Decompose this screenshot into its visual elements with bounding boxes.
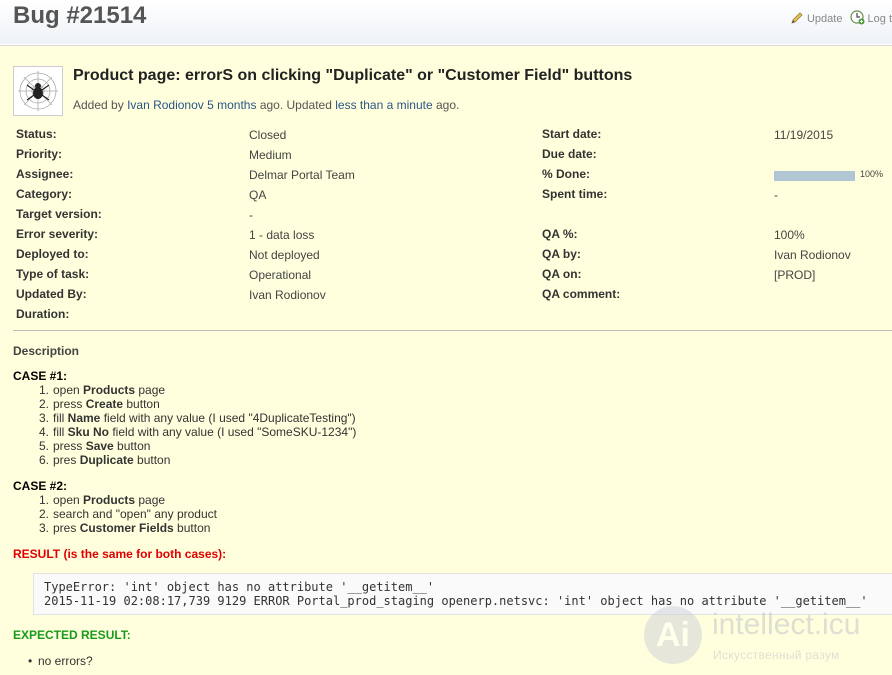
category-label: Category: [16, 187, 73, 201]
result-heading: RESULT (is the same for both cases): [13, 547, 227, 561]
list-item: 2. search and "open" any product [39, 507, 217, 521]
list-item: 2. press Create button [39, 397, 160, 411]
updated-by-label: Updated By: [16, 287, 87, 301]
list-item: 1. open Products page [39, 493, 166, 507]
type-of-task-label: Type of task: [16, 267, 90, 281]
done-progress-fill [775, 172, 854, 180]
case1-steps: 1. open Products page 2. press Create butt… [39, 383, 357, 467]
list-item: 5. press Save button [39, 439, 151, 453]
qa-comment-label: QA comment: [542, 287, 621, 301]
author-link[interactable]: Ivan Rodionov [127, 98, 204, 112]
priority-label: Priority: [16, 147, 63, 161]
clock-add-icon [849, 10, 865, 28]
spider-web-icon [18, 71, 58, 111]
watermark-brand: intellect.icu [712, 608, 861, 641]
priority-value: Medium [249, 148, 292, 162]
qa-by-value: Ivan Rodionov [774, 248, 851, 262]
list-item: no errors? [28, 654, 93, 668]
spent-time-label: Spent time: [542, 187, 608, 201]
list-item: 3. fill Name field with any value (I used… [39, 411, 356, 425]
error-severity-value: 1 - data loss [249, 228, 315, 242]
watermark-logo: Ai [644, 606, 702, 664]
type-of-task-value: Operational [249, 268, 312, 282]
deployed-to-label: Deployed to: [16, 247, 89, 261]
page-header: Bug #21514 Update Log t [0, 0, 892, 44]
list-item: 6. pres Duplicate button [39, 453, 171, 467]
added-by-prefix: Added by [73, 98, 124, 112]
case1-heading: CASE #1: [13, 369, 68, 383]
divider [13, 330, 892, 331]
update-link[interactable]: Update [807, 13, 842, 25]
watermark: Ai intellect.icu Искусственный разум [642, 604, 892, 674]
qa-by-label: QA by: [542, 247, 581, 261]
error-severity-label: Error severity: [16, 227, 99, 241]
updated-prefix: ago. Updated [259, 98, 332, 112]
target-version-value: - [249, 208, 253, 222]
due-date-label: Due date: [542, 147, 597, 161]
qa-percent-value: 100% [774, 228, 805, 242]
deployed-to-value: Not deployed [249, 248, 320, 262]
description-title: Description [13, 344, 80, 358]
list-item: 3. pres Customer Fields button [39, 521, 211, 535]
avatar [13, 66, 63, 116]
qa-on-value: [PROD] [774, 268, 816, 282]
watermark-subtitle: Искусственный разум [713, 648, 840, 662]
done-progress-bar [774, 171, 855, 181]
qa-on-label: QA on: [542, 267, 582, 281]
log-time-link[interactable]: Log t [868, 13, 892, 25]
expected-heading: EXPECTED RESULT: [13, 628, 131, 642]
case2-steps: 1. open Products page 2. search and "open"… [39, 493, 217, 535]
done-label: % Done: [542, 167, 590, 181]
list-item: 1. open Products page [39, 383, 166, 397]
issue-details: Product page: errorS on clicking "Duplic… [0, 45, 892, 675]
spent-time-value: - [774, 188, 778, 202]
done-progress-text: 100% [860, 169, 884, 179]
meta-suffix: ago. [435, 98, 460, 112]
contextual-actions: Update Log t [790, 10, 892, 28]
assignee-value: Delmar Portal Team [249, 168, 355, 182]
updated-ago-link[interactable]: less than a minute [335, 98, 432, 112]
target-version-label: Target version: [16, 207, 102, 221]
list-item: 4. fill Sku No field with any value (I us… [39, 425, 357, 439]
duration-label: Duration: [16, 307, 70, 321]
issue-subject: Product page: errorS on clicking "Duplic… [73, 67, 633, 84]
updated-by-value: Ivan Rodionov [249, 288, 326, 302]
issue-meta: Added by Ivan Rodionov 5 months ago. Upd… [73, 98, 459, 112]
pencil-icon [790, 11, 804, 28]
start-date-value: 11/19/2015 [774, 128, 834, 142]
page-title: Bug #21514 [13, 2, 147, 29]
assignee-label: Assignee: [16, 167, 74, 181]
category-value: QA [249, 188, 267, 202]
case2-heading: CASE #2: [13, 479, 68, 493]
start-date-label: Start date: [542, 127, 602, 141]
qa-percent-label: QA %: [542, 227, 578, 241]
code-line: TypeError: 'int' object has no attribute… [44, 580, 435, 594]
created-ago-link[interactable]: 5 months [207, 98, 256, 112]
status-label: Status: [16, 127, 57, 141]
status-value: Closed [249, 128, 287, 142]
